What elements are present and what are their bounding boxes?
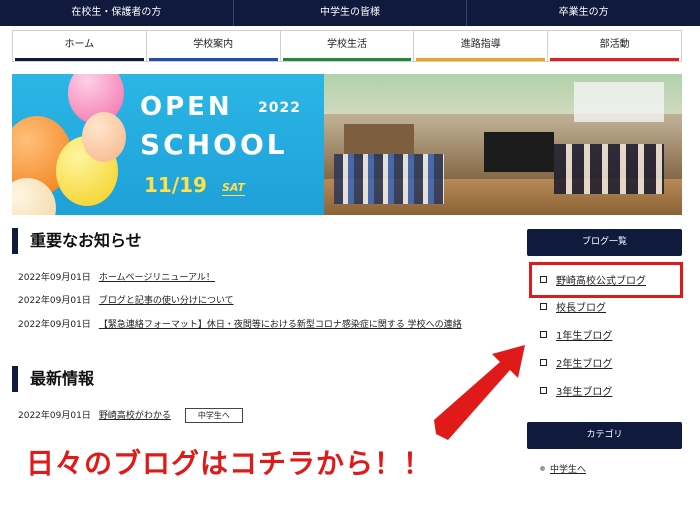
audience-link-junior-high[interactable]: 中学生の皆様 xyxy=(234,0,468,26)
blog-item-principal[interactable]: 校長ブログ xyxy=(540,299,606,314)
nav-item-home[interactable]: ホーム xyxy=(13,31,147,61)
nav-item-school-life[interactable]: 学校生活 xyxy=(281,31,415,61)
news-row: 2022年09月01日 【緊急連絡フォーマット】休日・夜間等における新型コロナ感… xyxy=(18,317,462,330)
audience-link-graduates[interactable]: 卒業生の方 xyxy=(467,0,700,26)
square-bullet-icon xyxy=(540,359,547,366)
blog-item-label: 2年生ブログ xyxy=(556,359,613,370)
annotation-text: 日々のブログはコチラから！！ xyxy=(26,447,433,480)
photo-piano xyxy=(484,132,554,172)
nav-underline xyxy=(148,58,278,61)
category-item[interactable]: 中学生へ xyxy=(540,462,586,475)
blog-item-grade2[interactable]: 2年生ブログ xyxy=(540,355,612,370)
latest-heading: 最新情報 xyxy=(12,366,94,392)
news-row: 2022年09月01日 ホームページリニューアル！ xyxy=(18,270,215,283)
nav-item-career[interactable]: 進路指導 xyxy=(414,31,549,61)
photo-window xyxy=(574,82,664,122)
news-link[interactable]: ブログと記事の使い分けについて xyxy=(99,293,234,306)
banner-title-school: SCHOOL xyxy=(140,128,288,161)
audience-link-students-parents[interactable]: 在校生・保護者の方 xyxy=(0,0,234,26)
news-date: 2022年09月01日 xyxy=(18,273,91,283)
banner-blue-panel: OPEN 2022 SCHOOL 11/19 SAT xyxy=(12,74,324,215)
nav-item-label: 学校案内 xyxy=(193,39,234,50)
news-row: 2022年09月01日 ブログと記事の使い分けについて xyxy=(18,293,234,306)
nav-underline xyxy=(416,58,546,61)
news-date: 2022年09月01日 xyxy=(18,320,91,330)
banner-photo xyxy=(324,74,682,215)
photo-players xyxy=(554,144,664,194)
latest-row: 2022年09月01日 野崎高校がわかる 中学生へ xyxy=(18,408,243,423)
nav-underline xyxy=(15,58,144,61)
nav-underline xyxy=(550,58,679,61)
nav-item-label: 進路指導 xyxy=(460,39,501,50)
red-arrow-icon xyxy=(434,345,525,440)
dot-bullet-icon xyxy=(540,466,545,471)
blog-item-grade1[interactable]: 1年生ブログ xyxy=(540,327,612,342)
nav-underline xyxy=(282,58,412,61)
banner-year: 2022 xyxy=(258,100,301,116)
blog-item-label: 1年生ブログ xyxy=(556,331,613,342)
news-link[interactable]: ホームページリニューアル！ xyxy=(99,270,215,283)
latest-link[interactable]: 野崎高校がわかる xyxy=(99,408,171,423)
audience-bar: 在校生・保護者の方 中学生の皆様 卒業生の方 xyxy=(0,0,700,26)
important-heading: 重要なお知らせ xyxy=(12,228,142,254)
open-school-banner[interactable]: OPEN 2022 SCHOOL 11/19 SAT xyxy=(12,74,682,215)
square-bullet-icon xyxy=(540,303,547,310)
blog-list-heading: ブログ一覧 xyxy=(527,229,682,256)
banner-date: 11/19 xyxy=(144,173,207,197)
square-bullet-icon xyxy=(540,387,547,394)
highlight-box xyxy=(529,262,683,298)
nav-item-school-info[interactable]: 学校案内 xyxy=(147,31,281,61)
category-heading: カテゴリ xyxy=(527,422,682,449)
banner-title-open: OPEN xyxy=(140,92,233,122)
nav-item-label: 学校生活 xyxy=(326,39,367,50)
news-link[interactable]: 【緊急連絡フォーマット】休日・夜間等における新型コロナ感染症に関する 学校への連… xyxy=(99,317,462,330)
nav-item-label: 部活動 xyxy=(599,39,630,50)
balloon-peach xyxy=(82,112,126,162)
news-date: 2022年09月01日 xyxy=(18,296,91,306)
blog-item-label: 校長ブログ xyxy=(556,303,606,314)
blog-item-grade3[interactable]: 3年生ブログ xyxy=(540,383,612,398)
category-tag[interactable]: 中学生へ xyxy=(184,408,243,423)
nav-item-label: ホーム xyxy=(64,39,95,50)
blog-item-label: 3年生ブログ xyxy=(556,387,613,398)
photo-students xyxy=(334,154,444,204)
latest-date: 2022年09月01日 xyxy=(18,411,91,421)
nav-item-clubs[interactable]: 部活動 xyxy=(548,31,681,61)
square-bullet-icon xyxy=(540,331,547,338)
global-nav: ホーム 学校案内 学校生活 進路指導 部活動 xyxy=(12,30,682,62)
category-item-label: 中学生へ xyxy=(550,465,587,475)
banner-day: SAT xyxy=(222,181,245,196)
